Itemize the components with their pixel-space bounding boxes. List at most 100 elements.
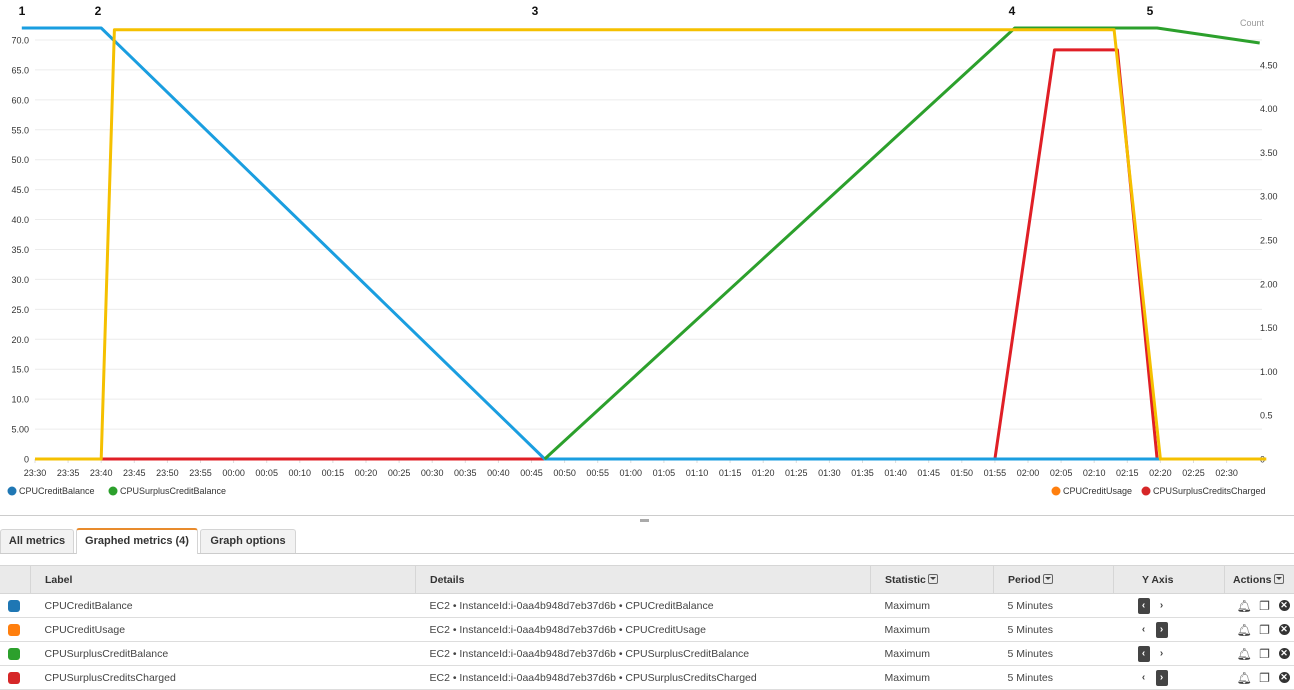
y-left-tick-label: 40.0 <box>11 215 29 225</box>
actions-dropdown-icon[interactable] <box>1273 573 1284 584</box>
statistic-cell[interactable]: Maximum <box>870 593 994 618</box>
yaxis-left-button[interactable]: ‹ <box>1138 622 1150 638</box>
copy-icon[interactable]: ❐ <box>1258 647 1272 661</box>
x-tick-label: 23:55 <box>189 468 212 478</box>
x-tick-label: 23:40 <box>90 468 113 478</box>
y-left-tick-label: 65.0 <box>11 65 29 75</box>
remove-icon[interactable]: ✕ <box>1278 648 1290 659</box>
period-dropdown-icon[interactable] <box>1042 573 1053 584</box>
copy-icon[interactable]: ❐ <box>1258 599 1272 613</box>
x-tick-label: 00:20 <box>355 468 378 478</box>
color-cell <box>0 593 31 618</box>
x-tick-label: 01:35 <box>851 468 874 478</box>
x-tick-label: 00:25 <box>388 468 411 478</box>
tab-graphed-metrics[interactable]: Graphed metrics (4) <box>76 528 198 554</box>
x-tick-label: 00:05 <box>255 468 278 478</box>
yaxis-right-button[interactable]: › <box>1156 598 1168 614</box>
details-cell: EC2 • InstanceId:i-0aa4b948d7eb37d6b • C… <box>415 665 871 690</box>
legend-swatch <box>1051 486 1061 496</box>
yaxis-left-button[interactable]: ‹ <box>1138 670 1150 686</box>
label-cell[interactable]: CPUSurplusCreditBalance <box>30 641 416 666</box>
remove-icon[interactable]: ✕ <box>1278 624 1290 635</box>
annotation-marker: 3 <box>532 4 539 18</box>
bell-icon[interactable]: 🔔︎ <box>1237 671 1252 685</box>
period-cell[interactable]: 5 Minutes <box>993 641 1114 666</box>
annotation-marker: 2 <box>95 4 102 18</box>
y-right-tick-label: 1.00 <box>1260 367 1278 377</box>
resize-handle[interactable] <box>640 519 649 522</box>
period-cell[interactable]: 5 Minutes <box>993 593 1114 618</box>
x-tick-label: 01:10 <box>686 468 709 478</box>
series-color-swatch[interactable] <box>8 623 20 636</box>
annotation-marker: 4 <box>1009 4 1016 18</box>
y-left-tick-label: 50.0 <box>11 155 29 165</box>
statistic-column-header[interactable]: Statistic <box>870 565 994 594</box>
series-color-swatch[interactable] <box>8 599 20 612</box>
yaxis-right-button[interactable]: › <box>1155 621 1168 638</box>
yaxis-right-button[interactable]: › <box>1156 646 1168 662</box>
copy-icon[interactable]: ❐ <box>1258 671 1272 685</box>
y-left-tick-label: 10.0 <box>11 395 29 405</box>
series-line-cpucredit-usage <box>35 28 1267 461</box>
bell-icon[interactable]: 🔔︎ <box>1237 623 1252 637</box>
remove-icon[interactable]: ✕ <box>1278 600 1290 611</box>
x-tick-label: 01:55 <box>984 468 1007 478</box>
legend-left: CPUCreditBalance CPUSurplusCreditBalance <box>7 486 226 496</box>
yaxis-right-button[interactable]: › <box>1155 669 1168 686</box>
bell-icon[interactable]: 🔔︎ <box>1237 647 1252 661</box>
x-tick-label: 01:50 <box>951 468 974 478</box>
yaxis-left-button[interactable]: ‹ <box>1137 645 1150 662</box>
tab-all-metrics[interactable]: All metrics <box>0 529 74 553</box>
x-tick-label: 23:30 <box>24 468 47 478</box>
y-axis-left: 0 5.00 10.0 15.0 20.0 25.0 30.0 35.0 40.0 45.0 50.… <box>11 35 29 464</box>
period-cell[interactable]: 5 Minutes <box>993 665 1114 690</box>
statistic-cell[interactable]: Maximum <box>870 641 994 666</box>
period-column-header[interactable]: Period <box>993 565 1114 594</box>
statistic-cell[interactable]: Maximum <box>870 665 994 690</box>
legend-swatch <box>108 486 118 496</box>
x-tick-label: 23:50 <box>156 468 179 478</box>
annotation-marker: 1 <box>19 4 26 18</box>
legend-label: CPUCreditUsage <box>1063 486 1132 496</box>
details-column-header[interactable]: Details <box>415 565 871 594</box>
x-tick-label: 02:05 <box>1050 468 1073 478</box>
statistic-cell[interactable]: Maximum <box>870 617 994 642</box>
x-tick-label: 02:00 <box>1017 468 1040 478</box>
label-column-header[interactable]: Label <box>30 565 416 594</box>
annotations: 1 2 3 4 5 <box>19 4 1154 18</box>
legend-right: CPUCreditUsage CPUSurplusCreditsCharged <box>1051 486 1266 496</box>
yaxis-cell: ‹ › <box>1113 641 1225 666</box>
remove-icon[interactable]: ✕ <box>1278 672 1290 683</box>
actions-cell: 🔔︎ ❐ ✕ <box>1224 617 1294 642</box>
yaxis-left-button[interactable]: ‹ <box>1137 597 1150 614</box>
actions-column-header[interactable]: Actions <box>1224 565 1294 594</box>
x-tick-label: 01:45 <box>917 468 940 478</box>
y-left-tick-label: 35.0 <box>11 245 29 255</box>
color-cell <box>0 641 31 666</box>
x-tick-label: 00:15 <box>322 468 345 478</box>
y-right-tick-label: 2.50 <box>1260 235 1278 245</box>
y-left-tick-label: 20.0 <box>11 335 29 345</box>
statistic-dropdown-icon[interactable] <box>927 573 938 584</box>
y-left-tick-label: 45.0 <box>11 185 29 195</box>
label-cell[interactable]: CPUCreditBalance <box>30 593 416 618</box>
metric-tabs: All metrics Graphed metrics (4) Graph op… <box>0 528 1294 554</box>
label-cell[interactable]: CPUSurplusCreditsCharged <box>30 665 416 690</box>
tab-graph-options[interactable]: Graph options <box>200 529 296 553</box>
actions-cell: 🔔︎ ❐ ✕ <box>1224 665 1294 690</box>
series-color-swatch[interactable] <box>8 647 20 660</box>
label-cell[interactable]: CPUCreditUsage <box>30 617 416 642</box>
annotation-marker: 5 <box>1147 4 1154 18</box>
x-tick-label: 01:05 <box>653 468 676 478</box>
y-left-tick-label: 55.0 <box>11 125 29 135</box>
y-axis-right: 00.51.001.502.002.503.003.504.004.50 <box>1260 60 1278 464</box>
table-header: Label Details Statistic Period Y Axis Ac… <box>0 565 1294 594</box>
bell-icon[interactable]: 🔔︎ <box>1237 599 1252 613</box>
x-tick-label: 00:10 <box>289 468 312 478</box>
y-right-tick-label: 4.50 <box>1260 60 1278 70</box>
legend-swatch <box>1141 486 1151 496</box>
series-color-swatch[interactable] <box>8 671 20 684</box>
series-line-cpucredit-balance <box>21 26 1254 461</box>
period-cell[interactable]: 5 Minutes <box>993 617 1114 642</box>
copy-icon[interactable]: ❐ <box>1258 623 1272 637</box>
